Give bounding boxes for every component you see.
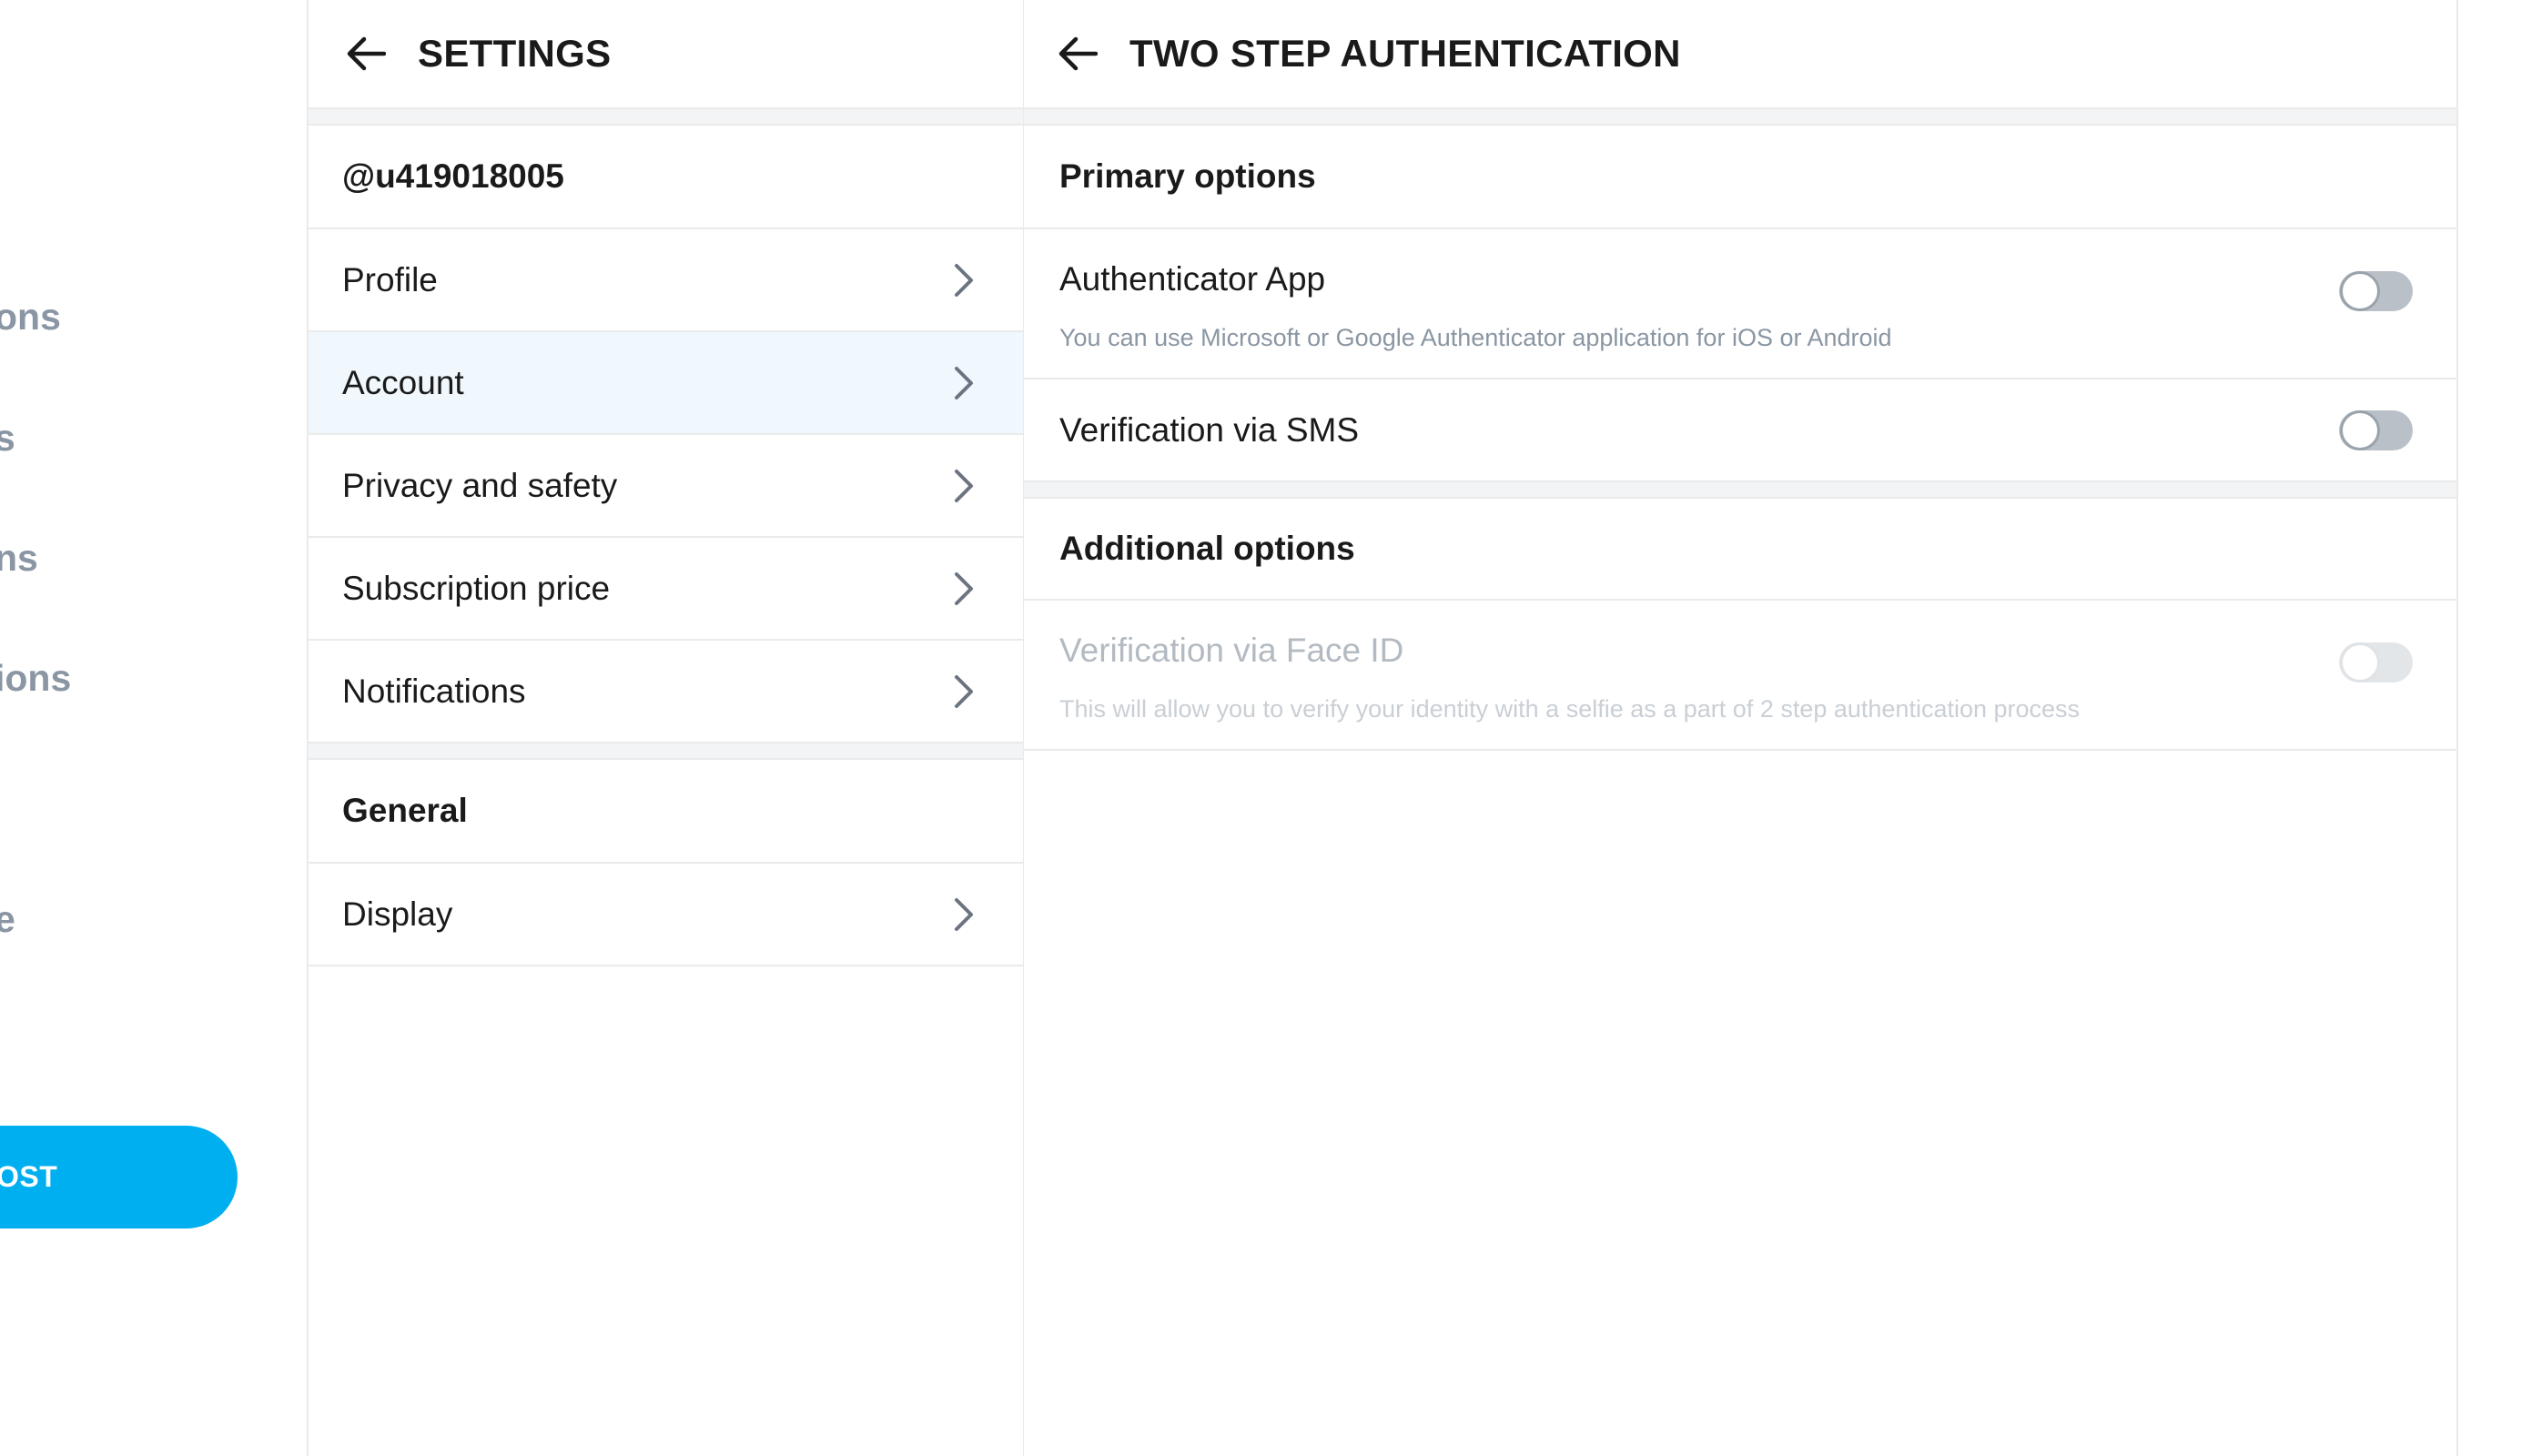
general-section-label: General [309,760,1023,864]
chevron-right-icon [950,468,977,504]
nav-item-label: ns [0,537,38,579]
nav-item-2[interactable]: s [0,420,15,457]
section-divider [309,743,1023,760]
nav-item-1[interactable]: ons [0,298,61,336]
option-face-id: Verification via Face ID This will allow… [1024,601,2456,751]
username-label: @u419018005 [309,126,1023,229]
back-arrow-icon[interactable] [1057,33,1099,75]
settings-item-display[interactable]: Display [309,864,1023,966]
chevron-right-icon [950,896,977,933]
back-arrow-icon[interactable] [345,33,387,75]
two-step-auth-panel: TWO STEP AUTHENTICATION Primary options … [1024,0,2458,1456]
settings-item-privacy[interactable]: Privacy and safety [309,435,1023,538]
nav-item-4[interactable]: ions [0,660,71,697]
primary-options-label: Primary options [1024,126,2456,229]
section-divider [1024,482,2456,499]
left-navigation: ons s ns ions e OST [0,0,307,1456]
chevron-right-icon [950,571,977,607]
option-title: Authenticator App [1059,260,1326,298]
settings-panel: SETTINGS @u419018005 Profile Account Pri… [307,0,1025,1456]
chevron-right-icon [950,365,977,401]
nav-item-label: e [0,898,15,940]
settings-item-label: Profile [342,260,438,298]
page-title: SETTINGS [418,32,612,75]
nav-item-3[interactable]: ns [0,540,38,577]
detail-header: TWO STEP AUTHENTICATION [1024,0,2456,109]
option-title: Verification via Face ID [1059,632,1404,669]
section-divider [1024,109,2456,126]
new-post-button[interactable]: OST [0,1126,238,1228]
settings-item-profile[interactable]: Profile [309,229,1023,332]
nav-item-label: ons [0,296,61,338]
nav-item-label: s [0,417,15,459]
settings-item-label: Display [342,895,453,933]
toggle-knob [2340,642,2380,682]
toggle-knob [2340,271,2380,311]
option-description: This will allow you to verify your ident… [1059,695,2081,723]
settings-item-label: Subscription price [342,569,611,607]
face-id-toggle[interactable] [2339,642,2413,682]
chevron-right-icon [950,262,977,298]
page-title: TWO STEP AUTHENTICATION [1129,32,1681,75]
section-divider [309,109,1023,126]
option-description: You can use Microsoft or Google Authenti… [1059,324,1892,351]
settings-item-label: Account [342,363,464,401]
settings-item-account[interactable]: Account [309,332,1023,435]
settings-header: SETTINGS [309,0,1023,109]
settings-item-subscription-price[interactable]: Subscription price [309,538,1023,641]
nav-item-5[interactable]: e [0,901,15,938]
option-authenticator-app: Authenticator App You can use Microsoft … [1024,229,2456,379]
additional-options-label: Additional options [1024,499,2456,601]
chevron-right-icon [950,673,977,710]
sms-toggle[interactable] [2339,410,2413,450]
settings-item-label: Notifications [342,672,526,710]
settings-item-label: Privacy and safety [342,466,618,504]
settings-item-notifications[interactable]: Notifications [309,641,1023,743]
toggle-knob [2340,410,2380,450]
option-sms: Verification via SMS [1024,379,2456,482]
nav-item-label: ions [0,657,72,699]
option-title: Verification via SMS [1059,411,1360,449]
authenticator-app-toggle[interactable] [2339,271,2413,311]
